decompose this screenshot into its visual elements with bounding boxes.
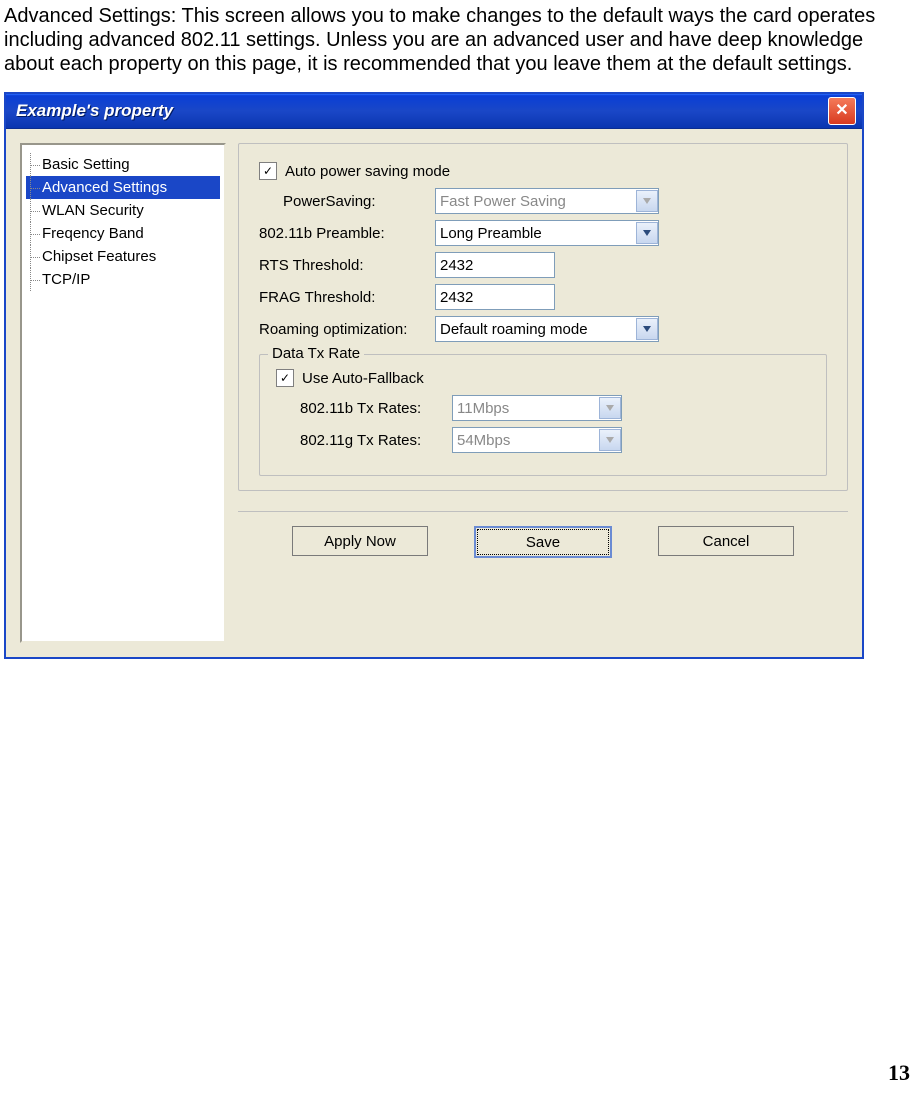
preamble-select[interactable]: Long Preamble — [435, 220, 659, 246]
tree-item-basic-setting[interactable]: Basic Setting — [26, 153, 220, 176]
tree-item-chipset-features[interactable]: Chipset Features — [26, 245, 220, 268]
roaming-value: Default roaming mode — [440, 321, 588, 338]
data-tx-rate-group: Data Tx Rate ✓ Use Auto-Fallback 802.11b… — [259, 354, 827, 476]
roaming-label: Roaming optimization: — [259, 321, 435, 338]
auto-fallback-label: Use Auto-Fallback — [302, 370, 424, 387]
data-tx-rate-legend: Data Tx Rate — [268, 345, 364, 362]
cancel-button[interactable]: Cancel — [658, 526, 794, 556]
preamble-label: 802.11b Preamble: — [259, 225, 435, 242]
window-title: Example's property — [16, 101, 828, 121]
g-rate-value: 54Mbps — [457, 432, 510, 449]
preamble-value: Long Preamble — [440, 225, 542, 242]
b-rate-label: 802.11b Tx Rates: — [276, 400, 452, 417]
power-saving-label: PowerSaving: — [259, 193, 435, 210]
b-rate-select: 11Mbps — [452, 395, 622, 421]
intro-text: Advanced Settings: This screen allows yo… — [4, 4, 910, 76]
apply-now-button[interactable]: Apply Now — [292, 526, 428, 556]
power-saving-select: Fast Power Saving — [435, 188, 659, 214]
button-bar: Apply Now Save Cancel — [238, 511, 848, 558]
settings-panel: ✓ Auto power saving mode PowerSaving: Fa… — [238, 143, 848, 491]
frag-input[interactable] — [435, 284, 555, 310]
g-rate-label: 802.11g Tx Rates: — [276, 432, 452, 449]
page-number: 13 — [0, 1060, 910, 1086]
rts-input[interactable] — [435, 252, 555, 278]
property-window: Example's property ✕ Basic Setting Advan… — [4, 92, 864, 659]
tree-item-tcpip[interactable]: TCP/IP — [26, 268, 220, 291]
rts-label: RTS Threshold: — [259, 257, 435, 274]
power-saving-value: Fast Power Saving — [440, 193, 566, 210]
roaming-select[interactable]: Default roaming mode — [435, 316, 659, 342]
tree-item-advanced-settings[interactable]: Advanced Settings — [26, 176, 220, 199]
titlebar: Example's property ✕ — [6, 94, 862, 129]
g-rate-select: 54Mbps — [452, 427, 622, 453]
chevron-down-icon — [599, 397, 621, 419]
chevron-down-icon — [636, 190, 658, 212]
b-rate-value: 11Mbps — [457, 400, 509, 417]
save-button[interactable]: Save — [474, 526, 612, 558]
check-icon: ✓ — [280, 372, 290, 384]
auto-fallback-checkbox[interactable]: ✓ — [276, 369, 294, 387]
frag-label: FRAG Threshold: — [259, 289, 435, 306]
tree-item-frequency-band[interactable]: Freqency Band — [26, 222, 220, 245]
auto-power-saving-checkbox[interactable]: ✓ — [259, 162, 277, 180]
chevron-down-icon — [636, 222, 658, 244]
close-icon: ✕ — [835, 103, 848, 119]
nav-tree: Basic Setting Advanced Settings WLAN Sec… — [20, 143, 226, 643]
check-icon: ✓ — [263, 165, 273, 177]
chevron-down-icon — [636, 318, 658, 340]
chevron-down-icon — [599, 429, 621, 451]
close-button[interactable]: ✕ — [828, 97, 856, 125]
auto-power-saving-label: Auto power saving mode — [285, 163, 450, 180]
tree-item-wlan-security[interactable]: WLAN Security — [26, 199, 220, 222]
